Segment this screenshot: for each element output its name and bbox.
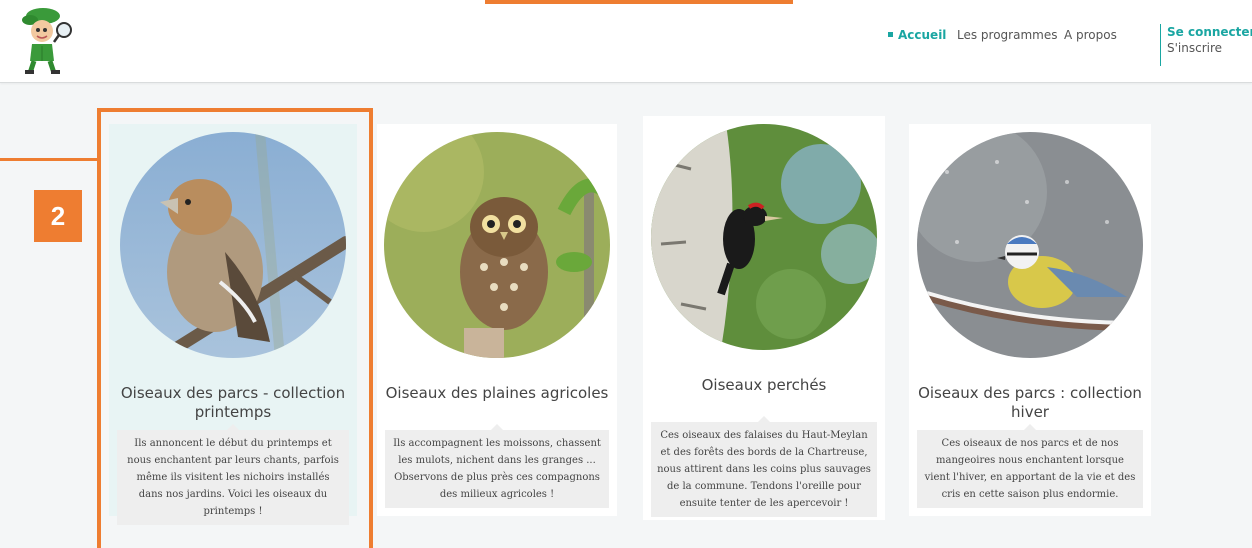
card-description: Ces oiseaux des falaises du Haut-Meylan … — [651, 416, 877, 517]
main-nav: Accueil Les programmes A propos — [0, 28, 1252, 48]
card-plaines-agricoles[interactable]: Oiseaux des plaines agricoles Ils accomp… — [377, 124, 617, 516]
signup-link[interactable]: S'inscrire — [1167, 41, 1252, 55]
nav-item-apropos[interactable]: A propos — [1064, 28, 1117, 42]
top-highlight-bar — [485, 0, 793, 4]
auth-links: Se connecter S'inscrire — [1160, 24, 1252, 66]
login-link[interactable]: Se connecter — [1167, 25, 1252, 39]
card-description: Ces oiseaux de nos parcs et de nos mange… — [917, 424, 1143, 508]
card-image-little-owl — [384, 132, 610, 358]
selection-highlight-frame — [97, 108, 373, 548]
card-oiseaux-perches[interactable]: Oiseaux perchés Ces oiseaux des falaises… — [643, 116, 885, 520]
callout-connector — [0, 158, 99, 161]
nav-item-accueil[interactable]: Accueil — [888, 28, 946, 42]
card-title: Oiseaux perchés — [701, 376, 827, 394]
site-header: Accueil Les programmes A propos Se conne… — [0, 0, 1252, 83]
card-image-blue-tit — [917, 132, 1143, 358]
card-title: Oiseaux des parcs : collection hiver — [918, 384, 1142, 421]
card-title: Oiseaux des plaines agricoles — [385, 384, 609, 402]
card-parcs-hiver[interactable]: Oiseaux des parcs : collection hiver Ces… — [909, 124, 1151, 516]
card-description: Ils accompagnent les moissons, chassent … — [385, 424, 609, 508]
card-image-woodpecker — [651, 124, 877, 350]
callout-badge: 2 — [34, 190, 82, 242]
nav-item-programmes[interactable]: Les programmes — [957, 28, 1057, 42]
